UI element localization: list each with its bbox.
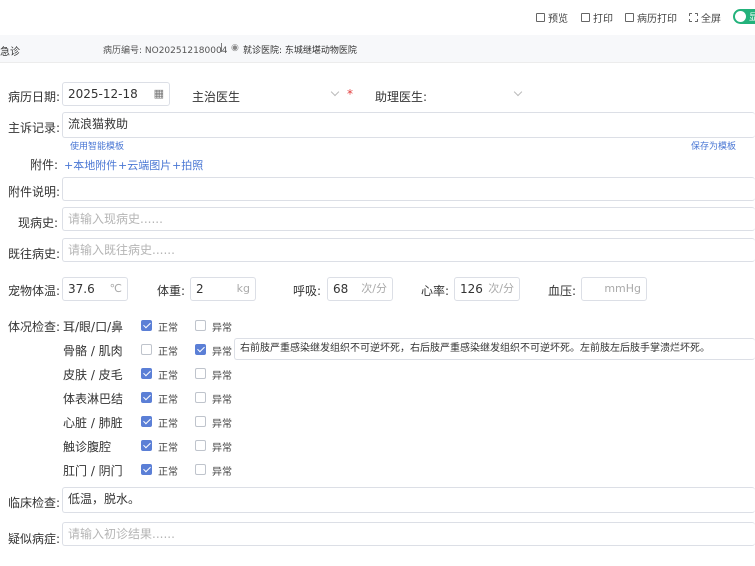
abnormal-label: 异常 [212, 371, 232, 382]
abnormal-label: 异常 [212, 347, 232, 358]
fullscreen-button[interactable]: 全屏 [689, 10, 721, 25]
calendar-icon: ▦ [153, 87, 164, 100]
fullscreen-icon [689, 13, 698, 22]
record-print-button[interactable]: 病历打印 [625, 10, 677, 25]
abnormal-checkbox[interactable] [195, 392, 206, 403]
toggle-knob [735, 11, 746, 22]
preview-icon [536, 13, 545, 22]
cloud-image-link[interactable]: +云端图片 [118, 157, 171, 173]
record-number: 病历编号: NO202512180004 [103, 46, 228, 56]
smart-template-link[interactable]: 使用智能模板 [70, 139, 124, 152]
exam-item-name: 耳/眼/口/鼻 [63, 320, 124, 334]
normal-label: 正常 [158, 371, 178, 382]
hospital-name: 就诊医院: 东城继堪动物医院 [243, 46, 357, 56]
attachment-desc-label: 附件说明: [8, 185, 61, 199]
abnormal-checkbox[interactable] [195, 416, 206, 427]
normal-label: 正常 [158, 323, 178, 334]
normal-label: 正常 [158, 443, 178, 454]
required-star: * [347, 87, 353, 101]
abnormal-checkbox[interactable] [195, 344, 206, 355]
respiration-label: 呼吸: [293, 284, 322, 298]
location-pin-icon: ◉ [231, 43, 239, 53]
normal-checkbox[interactable] [141, 440, 152, 451]
abnormal-label: 异常 [212, 395, 232, 406]
exam-label: 体况检查: [8, 320, 61, 334]
temperature-label: 宠物体温: [8, 284, 61, 298]
chevron-down-icon [330, 87, 340, 97]
attachment-desc-input[interactable] [62, 177, 755, 201]
abnormal-checkbox[interactable] [195, 464, 206, 475]
chevron-down-icon [513, 87, 523, 97]
suspected-label: 疑似病症: [8, 532, 61, 546]
doctor-label: 主治医生 [192, 90, 241, 104]
heart-rate-label: 心率: [421, 284, 450, 298]
abnormal-label: 异常 [212, 419, 232, 430]
past-history-label: 既往病史: [8, 247, 61, 261]
normal-checkbox[interactable] [141, 320, 152, 331]
heart-rate-input[interactable]: 126 次/分 [454, 277, 520, 301]
normal-label: 正常 [158, 347, 178, 358]
normal-label: 正常 [158, 467, 178, 478]
exam-note-input[interactable]: 右前肢严重感染继发组织不可逆坏死，右后肢严重感染继发组织不可逆坏死。左前肢左后肢… [234, 338, 755, 360]
weight-label: 体重: [157, 284, 186, 298]
abnormal-label: 异常 [212, 467, 232, 478]
exam-item-name: 触诊腹腔 [63, 440, 112, 454]
clinical-label: 临床检查: [8, 496, 61, 510]
abnormal-label: 异常 [212, 323, 232, 334]
info-separator: | [220, 43, 224, 53]
complaint-input[interactable]: 流浪猫救助 [62, 112, 755, 138]
display-toggle[interactable]: 显 [733, 9, 755, 24]
exam-item-name: 心脏 / 肺脏 [63, 416, 123, 430]
temperature-input[interactable]: 37.6 ℃ [62, 277, 128, 301]
present-history-input[interactable]: 请输入现病史...... [62, 207, 755, 231]
normal-checkbox[interactable] [141, 464, 152, 475]
respiration-input[interactable]: 68 次/分 [327, 277, 393, 301]
abnormal-checkbox[interactable] [195, 368, 206, 379]
preview-button[interactable]: 预览 [536, 10, 568, 25]
present-history-label: 现病史: [18, 216, 59, 230]
normal-checkbox[interactable] [141, 344, 152, 355]
normal-checkbox[interactable] [141, 368, 152, 379]
normal-checkbox[interactable] [141, 392, 152, 403]
blood-pressure-label: 血压: [548, 284, 577, 298]
complaint-label: 主诉记录: [8, 121, 61, 135]
local-attachment-link[interactable]: +本地附件 [64, 157, 117, 173]
save-template-link[interactable]: 保存为模板 [691, 139, 736, 152]
doctor-select[interactable] [245, 82, 345, 106]
normal-label: 正常 [158, 419, 178, 430]
weight-input[interactable]: 2 kg [190, 277, 256, 301]
abnormal-checkbox[interactable] [195, 320, 206, 331]
attachment-label: 附件: [30, 158, 59, 172]
record-info-bar: 急诊 病历编号: NO202512180004 | ◉ 就诊医院: 东城继堪动物… [0, 35, 755, 63]
print-button[interactable]: 打印 [581, 10, 613, 25]
printer-icon [581, 13, 590, 22]
visit-type-tag: 急诊 [0, 47, 20, 58]
abnormal-checkbox[interactable] [195, 440, 206, 451]
toggle-label: 显 [749, 13, 755, 23]
blood-pressure-input[interactable]: mmHg [581, 277, 647, 301]
printer-icon [625, 13, 634, 22]
past-history-input[interactable]: 请输入既往病史...... [62, 238, 755, 262]
abnormal-label: 异常 [212, 443, 232, 454]
normal-checkbox[interactable] [141, 416, 152, 427]
exam-item-name: 骨骼 / 肌肉 [63, 344, 123, 358]
assistant-select[interactable] [430, 82, 528, 106]
exam-item-name: 皮肤 / 皮毛 [63, 368, 123, 382]
take-photo-link[interactable]: +拍照 [172, 157, 203, 173]
assistant-label: 助理医生: [375, 90, 428, 104]
record-date-label: 病历日期: [8, 90, 61, 104]
exam-item-name: 体表淋巴结 [63, 392, 124, 406]
top-toolbar: 预览 打印 病历打印 全屏 显 [0, 0, 755, 34]
record-date-input[interactable]: 2025-12-18 ▦ [62, 82, 170, 106]
clinical-input[interactable]: 低温，脱水。 [62, 487, 755, 513]
suspected-input[interactable]: 请输入初诊结果...... [62, 522, 755, 546]
exam-item-name: 肛门 / 阴门 [63, 464, 123, 478]
normal-label: 正常 [158, 395, 178, 406]
